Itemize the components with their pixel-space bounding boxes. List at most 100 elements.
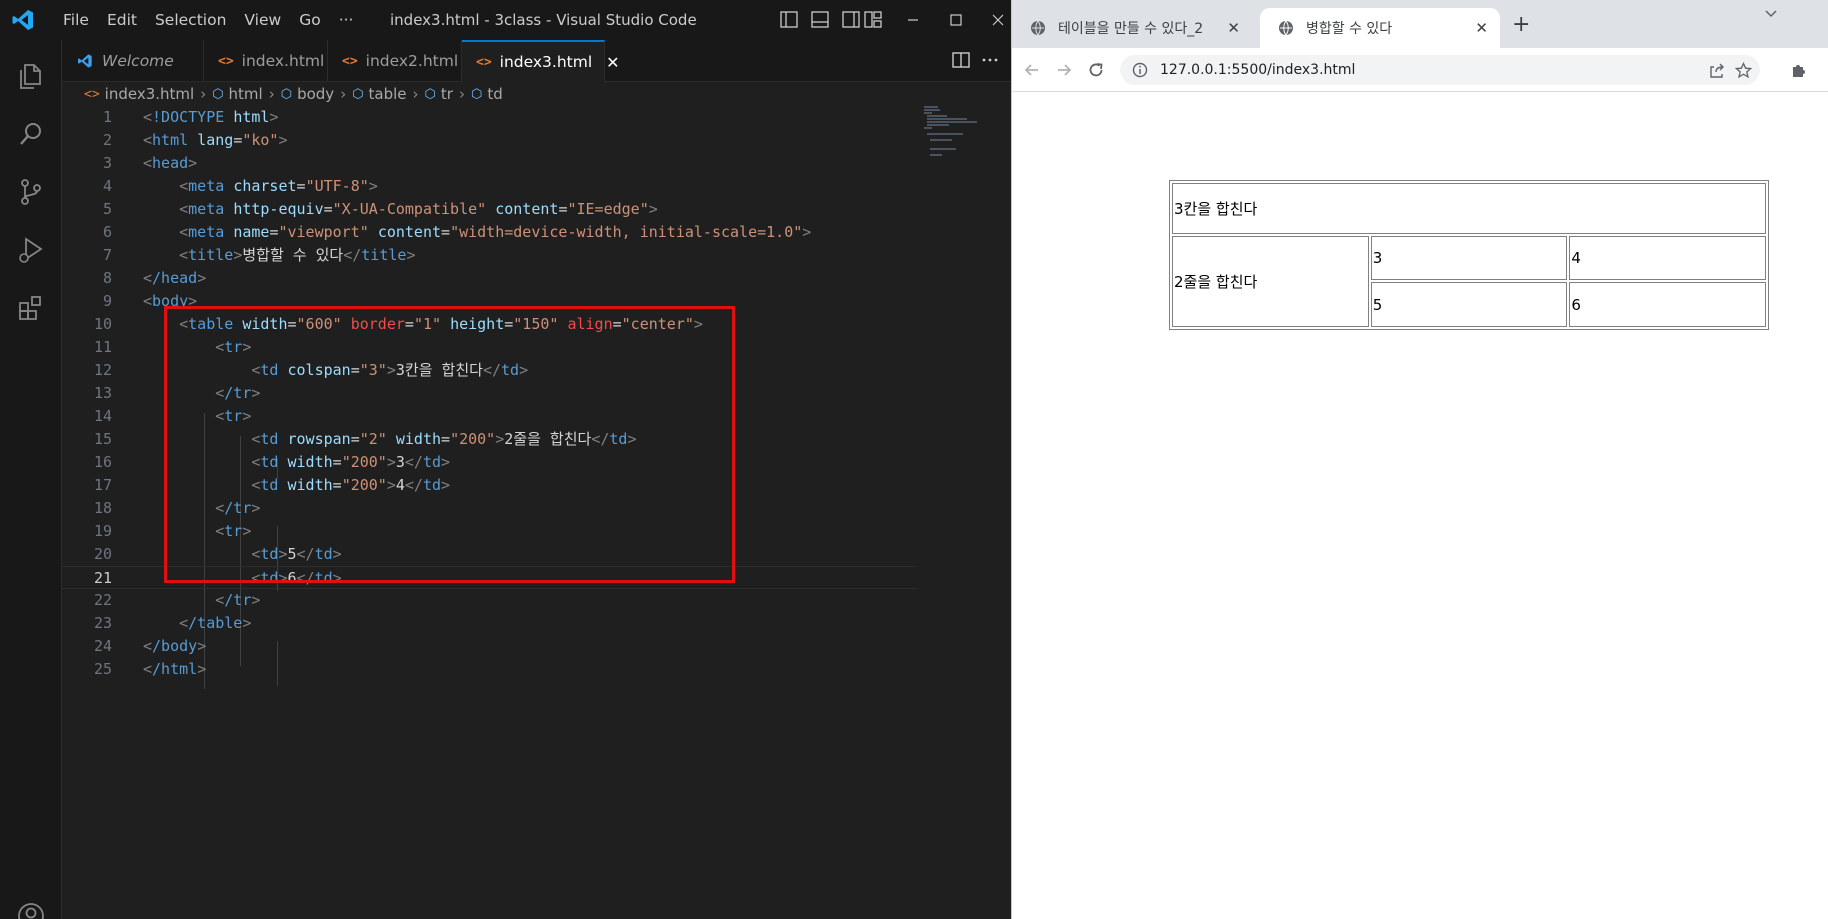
extensions-puzzle-icon[interactable] bbox=[1790, 61, 1808, 79]
code-token: "width=device-width, initial-scale=1.0" bbox=[450, 223, 803, 241]
line-number: 10 bbox=[93, 315, 112, 333]
code-token: /tr bbox=[224, 591, 252, 609]
code-token: "UTF-8" bbox=[305, 177, 369, 195]
breadcrumb-item[interactable]: index3.html bbox=[105, 85, 195, 103]
code-line: 3 <head> bbox=[62, 152, 917, 175]
line-number: 21 bbox=[93, 569, 112, 587]
browser-tab-title: 테이블을 만들 수 있다_2 bbox=[1058, 21, 1204, 37]
code-line: 2 <html lang="ko"> bbox=[62, 129, 917, 152]
minimize-icon[interactable] bbox=[903, 10, 923, 30]
browser-tab[interactable]: 테이블을 만들 수 있다_2 ✕ bbox=[1012, 8, 1252, 48]
chevron-right-icon: › bbox=[458, 85, 465, 103]
menu-file[interactable]: File bbox=[54, 11, 98, 29]
breadcrumb-item[interactable]: td bbox=[487, 85, 502, 103]
browser-window: 테이블을 만들 수 있다_2 ✕ 병합할 수 있다 ✕ + 127.0.0.1:… bbox=[1011, 0, 1828, 919]
code-token: "X-UA-Compatible" bbox=[332, 200, 487, 218]
line-number: 7 bbox=[102, 246, 112, 264]
line-number: 20 bbox=[93, 545, 112, 563]
maximize-icon[interactable] bbox=[946, 10, 966, 30]
breadcrumb-item[interactable]: tr bbox=[441, 85, 453, 103]
chevron-right-icon: › bbox=[268, 85, 275, 103]
customize-layout-icon[interactable] bbox=[864, 11, 882, 28]
code-token: title bbox=[361, 246, 407, 264]
run-debug-icon[interactable] bbox=[0, 222, 62, 278]
search-icon[interactable] bbox=[0, 106, 62, 162]
menu-edit[interactable]: Edit bbox=[98, 11, 146, 29]
vscode-logo-icon bbox=[12, 10, 33, 30]
code-line: 5 <meta http-equiv="X-UA-Compatible" con… bbox=[62, 198, 917, 221]
tab-index2-html[interactable]: <> index2.html bbox=[328, 40, 462, 82]
source-control-icon[interactable] bbox=[0, 164, 62, 220]
accounts-icon[interactable] bbox=[0, 888, 62, 919]
line-number: 14 bbox=[93, 407, 112, 425]
line-number: 1 bbox=[102, 108, 112, 126]
forward-icon[interactable] bbox=[1054, 60, 1074, 80]
code-token: "ko" bbox=[242, 131, 279, 149]
line-number: 2 bbox=[102, 131, 112, 149]
element-icon: ⬡ bbox=[470, 86, 483, 102]
code-line: 4 <meta charset="UTF-8"> bbox=[62, 175, 917, 198]
address-bar[interactable]: 127.0.0.1:5500/index3.html bbox=[1120, 55, 1760, 85]
element-icon: ⬡ bbox=[424, 86, 436, 102]
code-line: 1 <!DOCTYPE html> bbox=[62, 106, 917, 129]
split-editor-icon[interactable] bbox=[951, 50, 971, 70]
breadcrumb-item[interactable]: html bbox=[229, 85, 263, 103]
extensions-icon[interactable] bbox=[0, 280, 62, 336]
globe-icon bbox=[1031, 20, 1045, 36]
reload-icon[interactable] bbox=[1086, 60, 1106, 80]
breadcrumb-item[interactable]: table bbox=[369, 85, 407, 103]
url-text: 127.0.0.1:5500/index3.html bbox=[1160, 62, 1356, 78]
tab-welcome[interactable]: Welcome bbox=[62, 40, 204, 82]
browser-tab-title: 병합할 수 있다 bbox=[1306, 21, 1393, 37]
browser-toolbar: 127.0.0.1:5500/index3.html bbox=[1012, 48, 1828, 92]
menu-view[interactable]: View bbox=[235, 11, 290, 29]
code-token: head bbox=[152, 154, 189, 172]
menu-go[interactable]: Go bbox=[290, 11, 330, 29]
tab-label: index3.html bbox=[499, 53, 593, 71]
breadcrumb-item[interactable]: body bbox=[297, 85, 334, 103]
breadcrumb: <> index3.html › ⬡ html › ⬡ body › ⬡ tab… bbox=[62, 82, 1011, 106]
new-tab-button[interactable]: + bbox=[1512, 12, 1530, 37]
tab-index3-html[interactable]: <> index3.html ✕ bbox=[462, 40, 620, 82]
line-number: 19 bbox=[93, 522, 112, 540]
toggle-primary-sidebar-icon[interactable] bbox=[780, 11, 798, 28]
table-cell: 5 bbox=[1370, 282, 1568, 327]
browser-tab-active[interactable]: 병합할 수 있다 ✕ bbox=[1260, 8, 1500, 48]
chevron-right-icon: › bbox=[412, 85, 419, 103]
line-number: 3 bbox=[102, 154, 112, 172]
back-icon[interactable] bbox=[1022, 60, 1042, 80]
table-cell: 6 bbox=[1569, 282, 1766, 327]
window-title: index3.html - 3class - Visual Studio Cod… bbox=[390, 11, 697, 29]
code-token: html bbox=[233, 108, 270, 126]
browser-tab-strip: 테이블을 만들 수 있다_2 ✕ 병합할 수 있다 ✕ + bbox=[1012, 0, 1828, 48]
bookmark-star-icon[interactable] bbox=[1735, 62, 1752, 79]
menu-selection[interactable]: Selection bbox=[146, 11, 235, 29]
code-line: 25 </html> bbox=[62, 658, 917, 681]
close-tab-icon[interactable]: ✕ bbox=[1475, 19, 1488, 37]
editor-tab-bar: Welcome <> index.html <> index2.html <> … bbox=[62, 40, 1011, 82]
more-actions-icon[interactable] bbox=[980, 50, 1000, 70]
toggle-panel-icon[interactable] bbox=[811, 11, 829, 28]
chevron-down-icon[interactable] bbox=[1762, 4, 1780, 22]
close-tab-icon[interactable]: ✕ bbox=[1227, 19, 1240, 37]
vscode-titlebar: File Edit Selection View Go ··· index3.h… bbox=[0, 0, 1011, 40]
rendered-page: 3칸을 합친다 2줄을 합친다 3 4 5 6 bbox=[1012, 92, 1828, 919]
close-window-icon[interactable] bbox=[988, 10, 1008, 30]
code-line: 22 </tr> bbox=[62, 589, 917, 612]
site-info-icon[interactable] bbox=[1132, 62, 1148, 78]
share-icon[interactable] bbox=[1708, 62, 1725, 79]
minimap[interactable] bbox=[920, 104, 980, 164]
menu-more[interactable]: ··· bbox=[330, 11, 363, 29]
element-icon: ⬡ bbox=[212, 86, 224, 102]
toggle-secondary-sidebar-icon[interactable] bbox=[842, 11, 860, 28]
code-token: content bbox=[377, 223, 442, 241]
close-tab-icon[interactable]: ✕ bbox=[606, 53, 619, 72]
code-line: 24 </body> bbox=[62, 635, 917, 658]
explorer-icon[interactable] bbox=[0, 48, 62, 104]
merged-cells-table: 3칸을 합친다 2줄을 합친다 3 4 5 6 bbox=[1169, 180, 1769, 330]
code-token: meta bbox=[188, 200, 225, 218]
code-token: "viewport" bbox=[278, 223, 369, 241]
code-token: charset bbox=[233, 177, 297, 195]
line-number: 23 bbox=[93, 614, 112, 632]
tab-index-html[interactable]: <> index.html bbox=[204, 40, 328, 82]
